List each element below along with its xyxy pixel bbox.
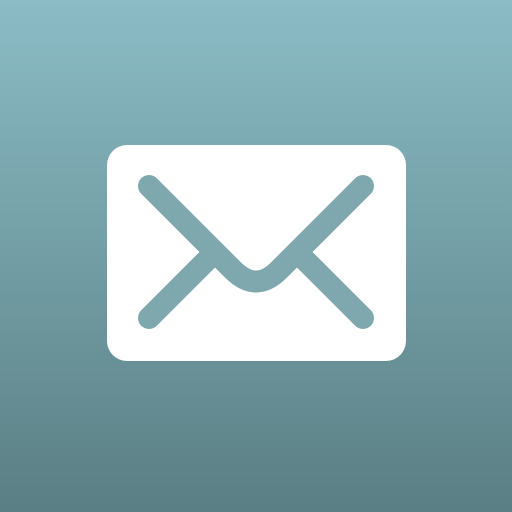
mail-icon [0,0,512,512]
mail-app-icon[interactable] [0,0,512,512]
